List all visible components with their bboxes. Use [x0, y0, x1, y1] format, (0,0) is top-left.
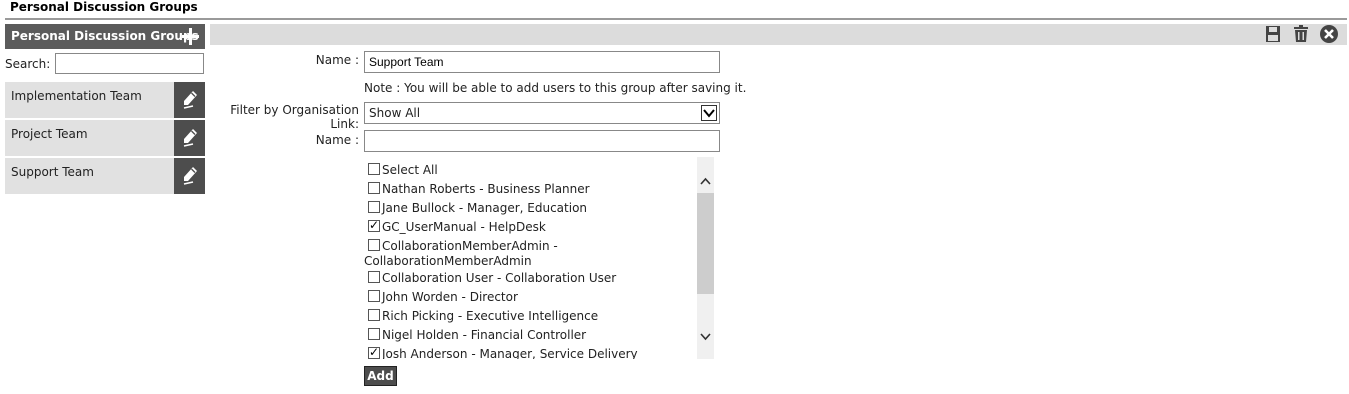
- checkbox[interactable]: [368, 328, 380, 340]
- list-item-label: Josh Anderson - Manager, Service Deliver…: [382, 347, 638, 359]
- search-input[interactable]: [55, 53, 204, 74]
- list-item[interactable]: John Worden - Director: [364, 290, 518, 304]
- user-list: Select All Nathan Roberts - Business Pla…: [364, 157, 715, 359]
- group-item-implementation-team[interactable]: Implementation Team: [5, 82, 205, 118]
- list-item-label: CollaborationMemberAdmin: [364, 254, 532, 268]
- chevron-down-icon[interactable]: [701, 105, 717, 121]
- list-item-label: Select All: [382, 163, 438, 177]
- edit-button[interactable]: [174, 158, 205, 194]
- checkbox[interactable]: [368, 163, 380, 175]
- page-title: Personal Discussion Groups: [10, 0, 198, 14]
- user-list-scrollbar[interactable]: [697, 157, 714, 359]
- add-group-icon[interactable]: [182, 28, 199, 45]
- checkbox[interactable]: [368, 290, 380, 302]
- list-item[interactable]: Jane Bullock - Manager, Education: [364, 201, 587, 215]
- edit-button[interactable]: [174, 120, 205, 156]
- list-item-label: Rich Picking - Executive Intelligence: [382, 309, 599, 323]
- pencil-icon: [183, 167, 197, 185]
- sidebar-header: Personal Discussion Groups: [5, 24, 205, 49]
- chevron-down-icon[interactable]: [699, 330, 712, 343]
- group-item-label: Support Team: [11, 165, 94, 179]
- list-item-label: Jane Bullock - Manager, Education: [382, 201, 588, 215]
- pencil-icon: [183, 91, 197, 109]
- scroll-thumb[interactable]: [697, 193, 714, 294]
- checkbox[interactable]: [368, 182, 380, 194]
- organisation-filter-select[interactable]: Show All: [364, 102, 720, 124]
- edit-button[interactable]: [174, 82, 205, 118]
- list-item-label: Nigel Holden - Financial Controller: [382, 328, 587, 342]
- list-item-label: GC_UserManual - HelpDesk: [382, 220, 546, 234]
- list-item-select-all[interactable]: Select All: [364, 163, 438, 177]
- user-search-input[interactable]: [364, 130, 720, 152]
- main-toolbar: [210, 24, 1347, 45]
- list-item-label: Collaboration User - Collaboration User: [382, 271, 617, 285]
- list-item[interactable]: CollaborationMemberAdmin -: [364, 239, 558, 253]
- chevron-up-icon[interactable]: [699, 175, 712, 188]
- checkbox[interactable]: [368, 309, 380, 321]
- save-note: Note : You will be able to add users to …: [364, 81, 747, 95]
- pencil-icon: [183, 129, 197, 147]
- list-item[interactable]: Josh Anderson - Manager, Service Deliver…: [364, 345, 638, 359]
- checkbox[interactable]: [368, 239, 380, 251]
- checkbox-checked[interactable]: [368, 218, 380, 232]
- name-label: Name :: [315, 53, 359, 67]
- checkbox[interactable]: [368, 271, 380, 283]
- save-icon[interactable]: [1263, 24, 1283, 44]
- list-item-label: CollaborationMemberAdmin -: [382, 239, 558, 253]
- group-item-project-team[interactable]: Project Team: [5, 120, 205, 156]
- list-item[interactable]: GC_UserManual - HelpDesk: [364, 218, 546, 234]
- list-item[interactable]: Collaboration User - Collaboration User: [364, 271, 616, 285]
- list-item-label: John Worden - Director: [382, 290, 518, 304]
- organisation-filter-value: Show All: [369, 106, 421, 120]
- list-item-label: Nathan Roberts - Business Planner: [382, 182, 590, 196]
- list-item[interactable]: Nathan Roberts - Business Planner: [364, 182, 590, 196]
- group-name-input[interactable]: [364, 51, 720, 73]
- group-item-support-team[interactable]: Support Team: [5, 158, 205, 194]
- user-name-label: Name :: [315, 133, 359, 147]
- add-button[interactable]: Add: [364, 366, 397, 386]
- list-item-continuation: CollaborationMemberAdmin: [364, 254, 532, 268]
- list-item[interactable]: Rich Picking - Executive Intelligence: [364, 309, 598, 323]
- checkbox-checked[interactable]: [368, 345, 380, 359]
- title-divider: [5, 18, 1347, 20]
- delete-icon[interactable]: [1291, 24, 1311, 44]
- search-label: Search:: [5, 57, 51, 71]
- checkbox[interactable]: [368, 201, 380, 213]
- group-item-label: Implementation Team: [11, 89, 142, 103]
- sidebar-header-label: Personal Discussion Groups: [11, 29, 199, 43]
- list-item[interactable]: Nigel Holden - Financial Controller: [364, 328, 586, 342]
- group-item-label: Project Team: [11, 127, 88, 141]
- close-icon[interactable]: [1319, 24, 1339, 44]
- filter-label: Filter by Organisation Link:: [230, 103, 359, 131]
